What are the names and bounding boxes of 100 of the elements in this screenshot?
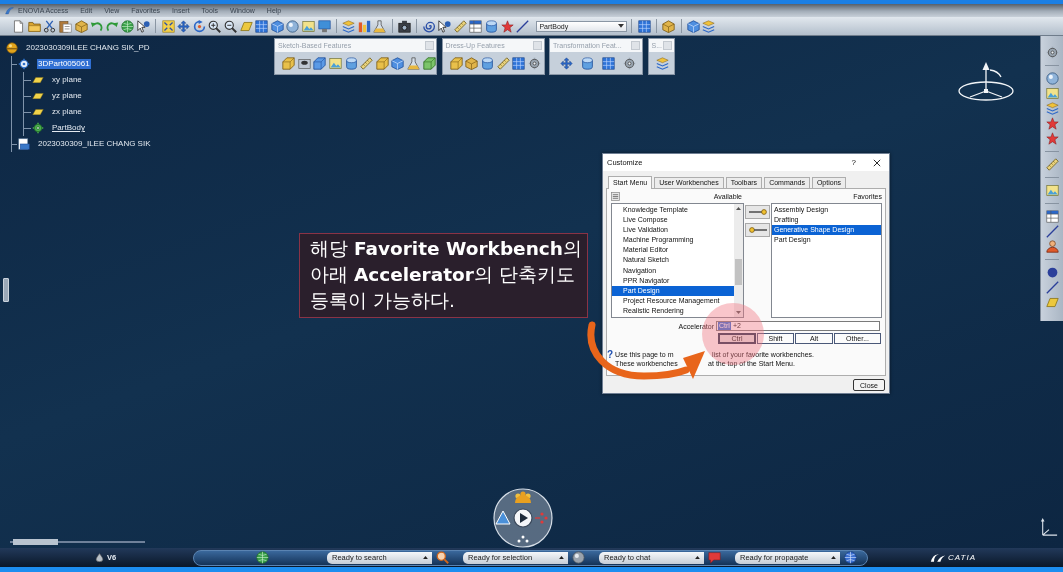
dots-icon[interactable] — [534, 512, 548, 524]
cylinder-icon[interactable] — [481, 56, 494, 70]
box-icon[interactable] — [662, 19, 676, 33]
block-icon[interactable] — [375, 56, 389, 70]
expand-arrows-icon[interactable] — [161, 19, 175, 33]
star-icon[interactable] — [500, 19, 514, 33]
compass-icon[interactable] — [957, 61, 1015, 102]
tree-item[interactable]: zx plane — [51, 107, 83, 117]
play-button[interactable] — [513, 508, 533, 528]
cog-icon — [18, 58, 30, 70]
person-icon[interactable] — [1045, 240, 1059, 253]
scroll-bar[interactable] — [734, 204, 743, 317]
gear-icon[interactable] — [623, 56, 636, 70]
plane-icon — [32, 109, 44, 115]
flask-icon[interactable] — [407, 56, 421, 70]
picture-icon[interactable] — [329, 56, 343, 70]
star-icon[interactable] — [1045, 117, 1059, 130]
tree-item[interactable]: xy plane — [51, 75, 83, 85]
grid-icon[interactable] — [602, 56, 615, 70]
layers-icon[interactable] — [702, 19, 716, 33]
picture-icon[interactable] — [1045, 184, 1059, 197]
monitor-icon[interactable] — [317, 19, 331, 33]
box-icon[interactable] — [74, 19, 88, 33]
logo-icon — [930, 552, 946, 563]
gear-icon[interactable] — [527, 56, 541, 70]
cube-icon[interactable] — [686, 19, 700, 33]
table-icon[interactable] — [469, 19, 483, 33]
bars-icon[interactable] — [357, 19, 371, 33]
pointer-icon[interactable] — [137, 19, 151, 33]
clipboard-icon[interactable] — [59, 19, 73, 33]
document-icon[interactable] — [12, 19, 26, 33]
layers-icon[interactable] — [655, 56, 669, 70]
tree-item[interactable]: 2023030309ILEE CHANG SIK_PD — [25, 43, 151, 53]
move-icon[interactable] — [560, 56, 573, 70]
cylinder-icon[interactable] — [581, 56, 594, 70]
picture-icon[interactable] — [302, 19, 315, 33]
globe-icon[interactable] — [844, 551, 857, 564]
cylinder-icon[interactable] — [344, 56, 358, 70]
camera-icon[interactable] — [397, 19, 411, 33]
star-icon[interactable] — [1045, 132, 1059, 145]
ruler-icon[interactable] — [496, 56, 510, 70]
move-icon[interactable] — [177, 19, 191, 33]
scroll-bar[interactable] — [10, 538, 145, 546]
people-icon[interactable] — [515, 491, 531, 503]
callout-text: 해당 Favorite Workbench의 아래 Accelerator의 단축키도 등록이 가능하다. — [310, 237, 583, 313]
grid-icon[interactable] — [255, 19, 269, 33]
zoom-in-icon[interactable] — [208, 19, 222, 33]
splitter-handle[interactable] — [3, 278, 9, 302]
brand-name: CATIA — [948, 553, 976, 562]
cube-icon[interactable] — [391, 56, 405, 70]
hole-icon[interactable] — [297, 56, 311, 70]
scissors-icon[interactable] — [43, 19, 57, 33]
picture-icon[interactable] — [1045, 87, 1059, 100]
tree-item[interactable]: 3DPart005061 — [37, 59, 91, 69]
triangle-icon[interactable] — [495, 510, 511, 525]
redo-icon[interactable] — [105, 19, 119, 33]
help-button[interactable]: ? — [851, 158, 856, 167]
rotate-icon[interactable] — [192, 19, 206, 33]
sphere-icon[interactable] — [572, 551, 585, 564]
folder-icon[interactable] — [27, 19, 41, 33]
cylinder-icon[interactable] — [484, 19, 498, 33]
chat-bubble-icon[interactable] — [708, 551, 721, 564]
point-icon[interactable] — [1045, 266, 1059, 279]
globe-icon[interactable] — [121, 19, 135, 33]
left-arrow-button[interactable] — [745, 223, 770, 237]
grid-icon[interactable] — [512, 56, 526, 70]
plane-icon — [32, 93, 44, 99]
undo-icon[interactable] — [90, 19, 104, 33]
drop-icon[interactable] — [95, 553, 104, 562]
zoom-out-icon[interactable] — [224, 19, 237, 33]
help-mark: ? — [607, 350, 614, 360]
globe-icon[interactable] — [256, 551, 269, 564]
spiral-icon[interactable] — [422, 19, 436, 33]
block-icon[interactable] — [449, 56, 463, 70]
grid-icon[interactable] — [637, 19, 651, 33]
ruler-icon[interactable] — [453, 19, 467, 33]
dots-icon[interactable] — [517, 535, 529, 543]
tree-item[interactable]: 2023030309_ILEE CHANG SIK — [37, 139, 152, 149]
gear-icon[interactable] — [1045, 46, 1059, 59]
right-arrow-button[interactable] — [745, 205, 770, 219]
line-icon[interactable] — [1045, 225, 1059, 238]
left-arrow-icon — [748, 227, 767, 233]
search-icon[interactable] — [436, 551, 449, 564]
flask-icon[interactable] — [373, 19, 387, 33]
layers-icon[interactable] — [342, 19, 356, 33]
tree-item[interactable]: yz plane — [51, 91, 83, 101]
cube-icon[interactable] — [270, 19, 284, 33]
ruler-icon[interactable] — [1045, 158, 1059, 171]
table-icon[interactable] — [1045, 210, 1059, 223]
box-icon[interactable] — [465, 56, 479, 70]
layers-icon[interactable] — [1045, 102, 1059, 115]
logo-icon[interactable] — [5, 6, 14, 15]
line-icon[interactable] — [516, 19, 530, 33]
close-icon[interactable] — [873, 158, 881, 167]
pointer-icon[interactable] — [438, 19, 452, 33]
tree-item[interactable]: PartBody — [51, 123, 86, 133]
ruler-icon[interactable] — [360, 56, 374, 70]
block-icon[interactable] — [422, 56, 436, 70]
line-icon[interactable] — [1045, 281, 1059, 294]
list-icon[interactable] — [611, 191, 620, 201]
